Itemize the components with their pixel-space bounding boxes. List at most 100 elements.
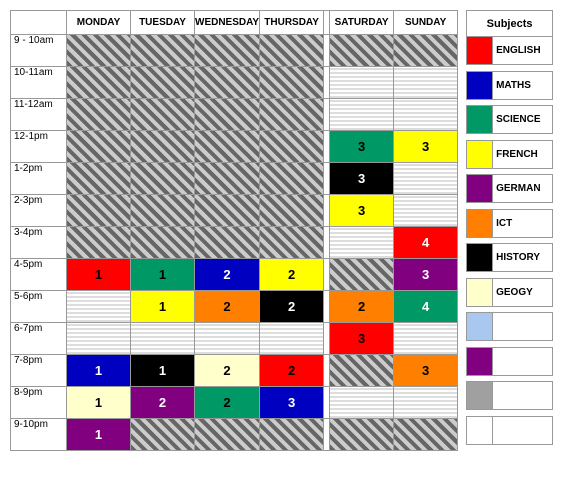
timetable-cell: 1 — [131, 259, 195, 291]
subject-swatch — [467, 209, 493, 237]
timetable-cell: 3 — [330, 323, 394, 355]
timetable-cell: 2 — [195, 291, 260, 323]
timetable-cell — [195, 419, 260, 451]
timetable-cell — [260, 163, 324, 195]
subject-label: FRENCH — [493, 140, 553, 168]
time-label: 2-3pm — [11, 195, 67, 227]
timetable-cell — [330, 227, 394, 259]
timetable-cell — [131, 419, 195, 451]
timetable-cell — [67, 291, 131, 323]
extra-swatch — [467, 382, 493, 410]
subject-swatch — [467, 71, 493, 99]
timetable-cell — [67, 67, 131, 99]
subject-label: MATHS — [493, 71, 553, 99]
timetable-cell — [131, 163, 195, 195]
timetable-cell: 4 — [394, 227, 458, 259]
timetable-cell — [260, 35, 324, 67]
timetable-cell: 3 — [260, 387, 324, 419]
timetable-cell — [394, 99, 458, 131]
timetable-cell: 2 — [330, 291, 394, 323]
extra-swatch — [467, 416, 493, 444]
timetable-cell — [131, 67, 195, 99]
timetable-cell: 1 — [67, 387, 131, 419]
timetable-cell — [67, 99, 131, 131]
timetable-cell: 1 — [67, 259, 131, 291]
subject-swatch — [467, 175, 493, 203]
time-label: 4-5pm — [11, 259, 67, 291]
timetable-cell — [195, 323, 260, 355]
timetable-cell: 3 — [394, 259, 458, 291]
day-header: SUNDAY — [394, 11, 458, 35]
subject-label: GERMAN — [493, 175, 553, 203]
timetable-cell — [394, 419, 458, 451]
time-label: 8-9pm — [11, 387, 67, 419]
time-label: 12-1pm — [11, 131, 67, 163]
timetable-cell: 3 — [394, 131, 458, 163]
timetable-cell: 2 — [260, 259, 324, 291]
timetable-cell — [394, 387, 458, 419]
timetable: MONDAYTUESDAYWEDNESDAYTHURSDAYSATURDAYSU… — [10, 10, 458, 451]
timetable-cell — [260, 99, 324, 131]
timetable-cell — [330, 99, 394, 131]
timetable-cell — [131, 131, 195, 163]
timetable-cell — [195, 99, 260, 131]
timetable-cell — [260, 323, 324, 355]
timetable-cell — [195, 195, 260, 227]
timetable-cell — [260, 195, 324, 227]
time-label: 9 - 10am — [11, 35, 67, 67]
timetable-cell: 4 — [394, 291, 458, 323]
timetable-cell — [131, 99, 195, 131]
subject-label: SCIENCE — [493, 106, 553, 134]
day-header: SATURDAY — [330, 11, 394, 35]
timetable-cell — [330, 259, 394, 291]
timetable-cell: 1 — [67, 355, 131, 387]
timetable-cell — [260, 419, 324, 451]
timetable-cell — [394, 323, 458, 355]
timetable-cell — [394, 67, 458, 99]
timetable-cell — [67, 323, 131, 355]
time-label: 6-7pm — [11, 323, 67, 355]
day-header: TUESDAY — [131, 11, 195, 35]
timetable-cell — [195, 163, 260, 195]
timetable-cell: 3 — [330, 195, 394, 227]
time-label: 10-11am — [11, 67, 67, 99]
extra-swatch — [467, 313, 493, 341]
timetable-cell: 2 — [195, 259, 260, 291]
time-label: 7-8pm — [11, 355, 67, 387]
timetable-cell: 1 — [131, 355, 195, 387]
time-label: 5-6pm — [11, 291, 67, 323]
timetable-cell — [260, 131, 324, 163]
timetable-cell — [131, 323, 195, 355]
timetable-cell — [195, 35, 260, 67]
timetable-cell: 2 — [131, 387, 195, 419]
timetable-cell — [330, 387, 394, 419]
timetable-cell — [131, 35, 195, 67]
timetable-cell — [330, 355, 394, 387]
timetable-cell: 2 — [260, 355, 324, 387]
subject-label: ICT — [493, 209, 553, 237]
extra-swatch — [467, 347, 493, 375]
legend-title: Subjects — [467, 11, 553, 37]
timetable-cell — [394, 195, 458, 227]
timetable-cell — [67, 35, 131, 67]
timetable-cell — [330, 35, 394, 67]
timetable-cell — [394, 35, 458, 67]
timetable-cell: 2 — [195, 387, 260, 419]
timetable-cell — [67, 195, 131, 227]
timetable-cell: 1 — [131, 291, 195, 323]
subject-label: ENGLISH — [493, 37, 553, 65]
subject-label: GEOGY — [493, 278, 553, 306]
timetable-cell — [330, 419, 394, 451]
subject-swatch — [467, 244, 493, 272]
day-header: WEDNESDAY — [195, 11, 260, 35]
day-header: THURSDAY — [260, 11, 324, 35]
subject-swatch — [467, 106, 493, 134]
time-label: 1-2pm — [11, 163, 67, 195]
time-label: 9-10pm — [11, 419, 67, 451]
timetable-cell: 1 — [67, 419, 131, 451]
subjects-legend: Subjects ENGLISH MATHS SCIENCE FRENCH GERMAN… — [466, 10, 553, 451]
subject-label: HISTORY — [493, 244, 553, 272]
subject-swatch — [467, 278, 493, 306]
timetable-cell — [67, 131, 131, 163]
timetable-cell: 2 — [260, 291, 324, 323]
